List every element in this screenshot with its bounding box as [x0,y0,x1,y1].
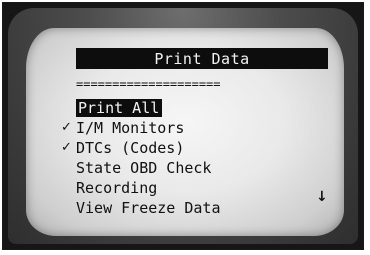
check-icon [61,198,75,218]
title-divider: ==================== [76,77,221,91]
menu-item-label: Print All [76,99,163,117]
screen-bezel: Print Data ==================== Print Al… [8,8,358,244]
check-icon [61,158,75,178]
menu-item-label: State OBD Check [76,159,212,177]
menu-item-label: DTCs (Codes) [76,139,185,157]
down-arrow-icon[interactable]: ↓ [316,188,328,206]
lcd-screen: Print Data ==================== Print Al… [26,28,344,236]
check-icon [61,98,75,118]
check-icon [61,178,75,198]
menu-item-view-freeze-data[interactable]: View Freeze Data [76,198,221,218]
title-bar: Print Data [76,48,328,69]
menu-item-recording[interactable]: Recording [76,178,157,198]
check-icon: ✓ [61,120,72,135]
menu-item-dtcs[interactable]: ✓ DTCs (Codes) [61,138,185,158]
menu-item-im-monitors[interactable]: ✓ I/M Monitors [61,118,185,138]
page-title: Print Data [154,49,250,68]
scan-tool-device: Print Data ==================== Print Al… [2,2,364,250]
menu-item-label: View Freeze Data [76,199,221,217]
check-icon: ✓ [61,140,72,155]
menu-item-print-all[interactable]: Print All [76,98,163,118]
menu-item-label: Recording [76,179,158,197]
menu-item-state-obd-check[interactable]: State OBD Check [76,158,211,178]
menu-item-label: I/M Monitors [76,119,185,137]
